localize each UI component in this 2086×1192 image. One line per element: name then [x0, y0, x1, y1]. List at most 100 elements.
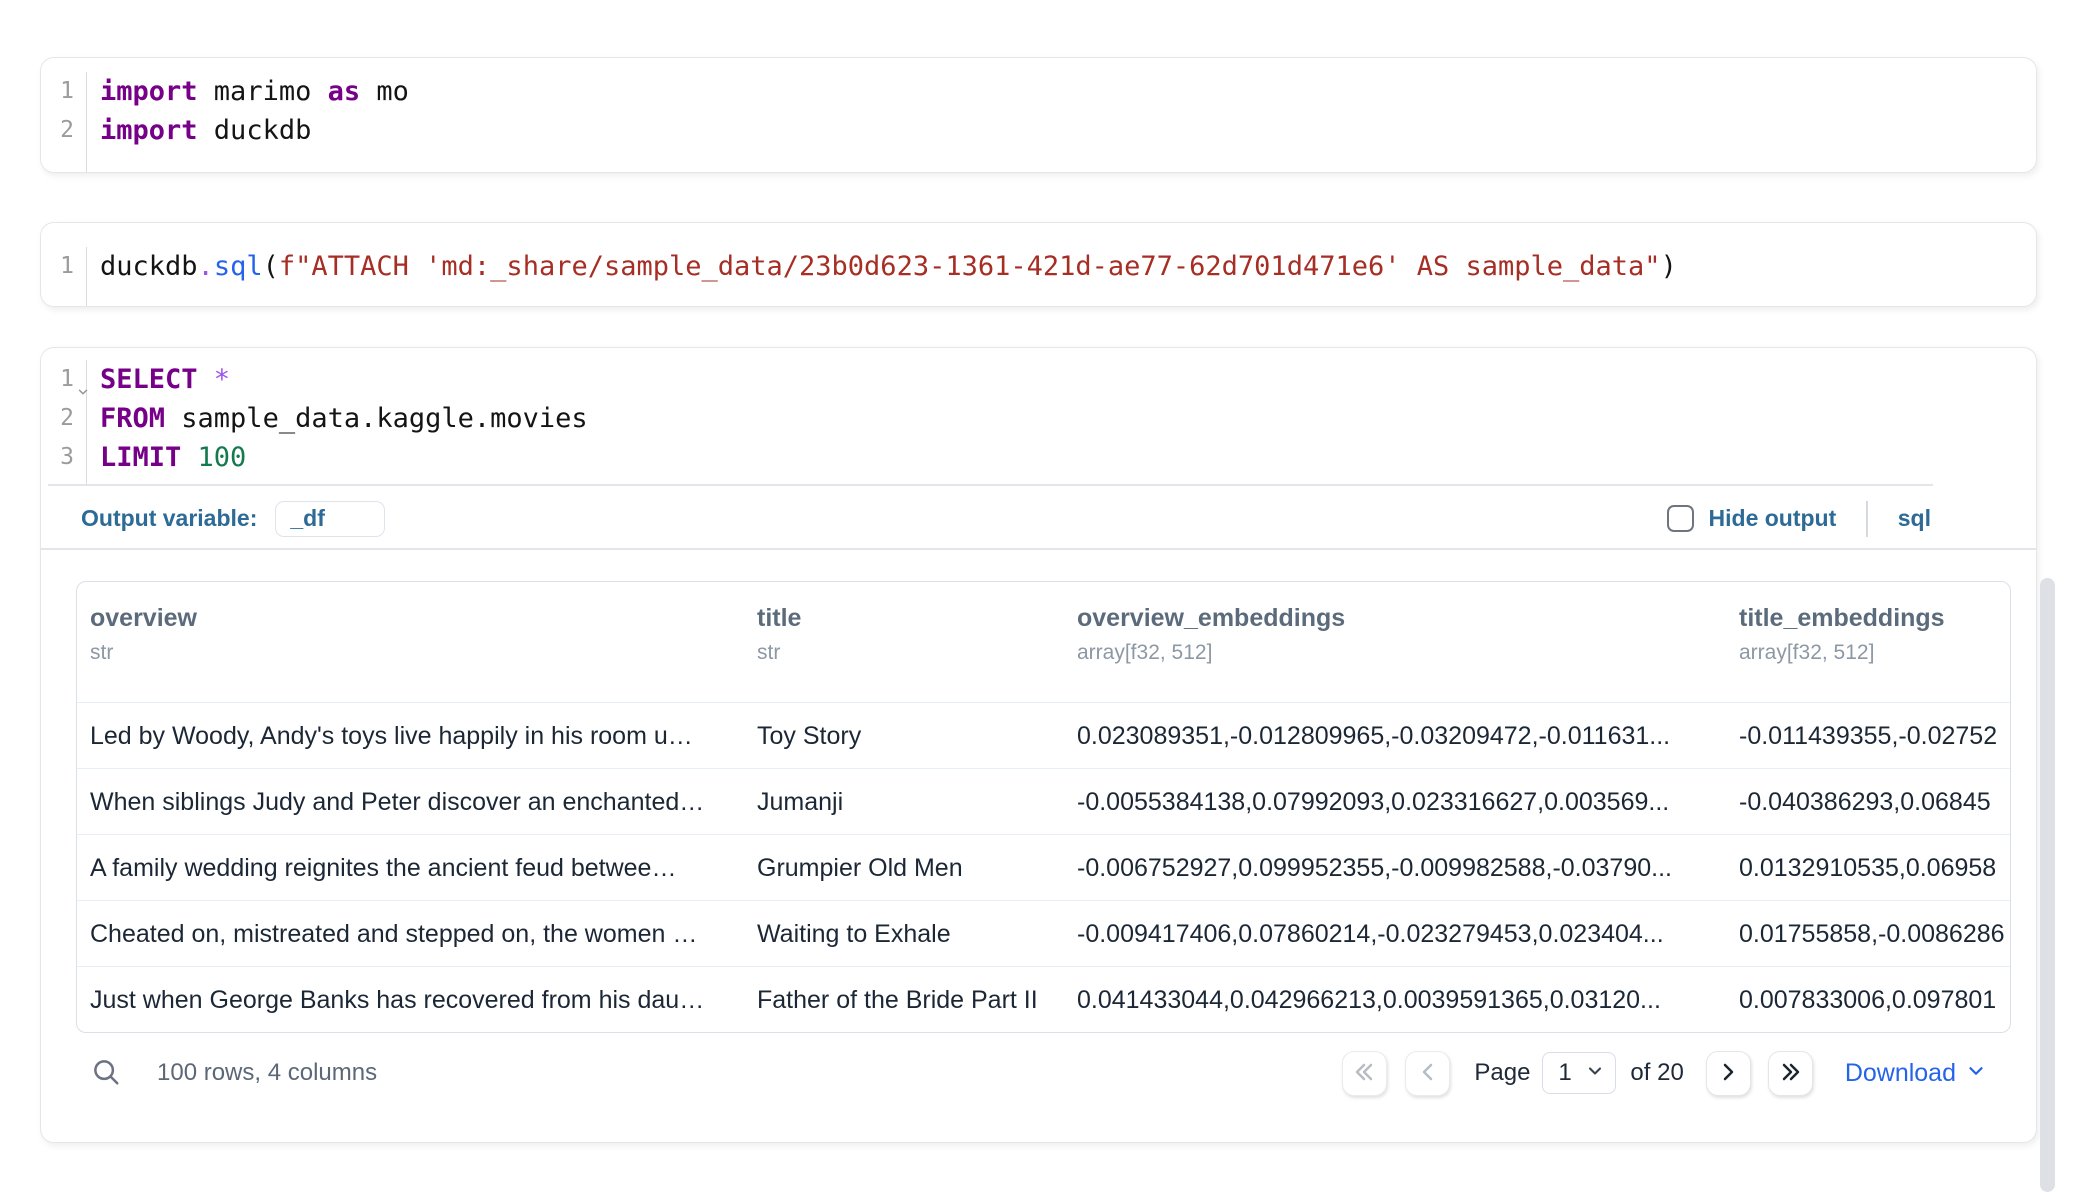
table-row[interactable]: A family wedding reignites the ancient f… — [77, 834, 2010, 900]
table-row[interactable]: Cheated on, mistreated and stepped on, t… — [77, 900, 2010, 966]
keyword-token: LIMIT — [100, 442, 198, 473]
cell-overview: A family wedding reignites the ancient f… — [90, 835, 750, 901]
pagination: Page 1 of 20 Download — [1342, 1051, 1987, 1096]
function-token: sql — [214, 251, 263, 282]
keyword-token: FROM — [100, 403, 165, 434]
line-number-gutter: 1 — [41, 247, 87, 306]
page-scrollbar-thumb[interactable] — [2040, 578, 2055, 1192]
code-content: duckdb.sql(f"ATTACH 'md:_share/sample_da… — [87, 247, 1677, 306]
code-token: sample_data.kaggle.movies — [165, 403, 588, 434]
operator-token: . — [198, 251, 214, 282]
download-button[interactable]: Download — [1845, 1057, 1987, 1089]
code-token: mo — [360, 76, 409, 107]
keyword-token: import — [100, 115, 198, 146]
cell-title-embeddings: 0.01755858,-0.0086286 — [1739, 901, 2010, 967]
cell-title: Grumpier Old Men — [757, 835, 1067, 901]
code-token: ) — [1661, 251, 1677, 282]
code-token: duckdb — [100, 251, 198, 282]
chevrons-left-icon — [1353, 1060, 1377, 1087]
cell-title-embeddings: -0.040386293,0.06845 — [1739, 769, 2010, 835]
column-header-title-embeddings[interactable]: title_embeddings array[f32, 512] — [1739, 582, 1945, 665]
cell-title: Toy Story — [757, 703, 1067, 769]
cell-toolbar: Output variable: Hide output sql — [41, 489, 2036, 548]
cell-overview-embeddings: 0.041433044,0.042966213,0.0039591365,0.0… — [1077, 967, 1727, 1033]
chevron-down-icon — [1965, 1060, 1987, 1089]
cell-title-embeddings: 0.007833006,0.097801 — [1739, 967, 2010, 1033]
cell-overview-embeddings: -0.009417406,0.07860214,-0.023279453,0.0… — [1077, 901, 1727, 967]
cell-title: Waiting to Exhale — [757, 901, 1067, 967]
output-variable-input[interactable] — [275, 501, 385, 537]
last-page-button[interactable] — [1768, 1051, 1813, 1096]
column-header-overview[interactable]: overview str — [90, 582, 197, 665]
string-token: f"ATTACH 'md:_share/sample_data/23b0d623… — [279, 251, 1661, 282]
line-number: 3 — [41, 438, 74, 477]
code-editor[interactable]: 1 2 import marimo as mo import duckdb — [41, 58, 2036, 172]
cell-overview: Cheated on, mistreated and stepped on, t… — [90, 901, 750, 967]
cell-title-embeddings: 0.0132910535,0.06958 — [1739, 835, 2010, 901]
line-number: 1 — [41, 247, 74, 286]
page-label: Page — [1474, 1059, 1530, 1087]
marimo-notebook: 1 2 import marimo as mo import duckdb 1 … — [0, 0, 2086, 1192]
code-line: FROM sample_data.kaggle.movies — [100, 399, 588, 438]
code-line: import duckdb — [100, 111, 409, 150]
chevron-down-icon — [1585, 1061, 1605, 1086]
cell-title: Jumanji — [757, 769, 1067, 835]
results-table: overview str title str overview_embeddin… — [76, 581, 2011, 1033]
output-divider — [41, 548, 2036, 550]
column-type: str — [90, 641, 197, 665]
cell-overview: Led by Woody, Andy's toys live happily i… — [90, 703, 750, 769]
column-header-overview-embeddings[interactable]: overview_embeddings array[f32, 512] — [1077, 582, 1345, 665]
language-badge: sql — [1898, 505, 1931, 532]
code-cell-imports: 1 2 import marimo as mo import duckdb — [40, 57, 2037, 173]
table-footer: 100 rows, 4 columns Page 1 of 20 — [41, 1040, 2036, 1106]
line-number-gutter: 1 2 3 — [41, 360, 87, 484]
code-cell-attach: 1 duckdb.sql(f"ATTACH 'md:_share/sample_… — [40, 222, 2037, 307]
previous-page-button[interactable] — [1405, 1051, 1450, 1096]
page-number-value: 1 — [1558, 1059, 1585, 1087]
keyword-token: import — [100, 76, 198, 107]
code-line: SELECT * — [100, 360, 588, 399]
code-editor[interactable]: 1 duckdb.sql(f"ATTACH 'md:_share/sample_… — [41, 223, 2036, 306]
editor-divider — [48, 484, 1933, 486]
toolbar-divider — [1866, 501, 1868, 537]
fold-chevron-icon[interactable] — [76, 373, 90, 412]
download-label: Download — [1845, 1059, 1956, 1088]
keyword-token: as — [328, 76, 361, 107]
chevron-right-icon — [1716, 1060, 1740, 1087]
cell-toolbar-right: Hide output sql — [1667, 501, 1931, 537]
code-line: LIMIT 100 — [100, 438, 588, 477]
table-row[interactable]: Led by Woody, Andy's toys live happily i… — [77, 702, 2010, 768]
cell-overview: When siblings Judy and Peter discover an… — [90, 769, 750, 835]
code-content: import marimo as mo import duckdb — [87, 72, 409, 172]
row-count-label: 100 rows, 4 columns — [157, 1059, 377, 1087]
next-page-button[interactable] — [1706, 1051, 1751, 1096]
output-variable-label: Output variable: — [81, 505, 257, 532]
cell-overview-embeddings: -0.006752927,0.099952355,-0.009982588,-0… — [1077, 835, 1727, 901]
cell-overview-embeddings: 0.023089351,-0.012809965,-0.03209472,-0.… — [1077, 703, 1727, 769]
search-button[interactable] — [91, 1057, 121, 1090]
line-number: 1 — [41, 360, 74, 399]
first-page-button[interactable] — [1342, 1051, 1387, 1096]
line-number: 2 — [41, 399, 74, 438]
column-type: array[f32, 512] — [1077, 641, 1345, 665]
page-number-select[interactable]: 1 — [1542, 1052, 1616, 1094]
table-row[interactable]: When siblings Judy and Peter discover an… — [77, 768, 2010, 834]
column-type: str — [757, 641, 801, 665]
operator-token: * — [214, 364, 230, 395]
line-number: 2 — [41, 111, 74, 150]
chevrons-right-icon — [1778, 1060, 1802, 1087]
sql-cell: 1 2 3 SELECT * FROM sample_data.kaggle.m… — [40, 347, 2037, 1143]
table-row[interactable]: Just when George Banks has recovered fro… — [77, 966, 2010, 1032]
cell-overview: Just when George Banks has recovered fro… — [90, 967, 750, 1033]
hide-output-checkbox[interactable] — [1667, 505, 1694, 532]
code-token: ( — [263, 251, 279, 282]
number-token: 100 — [198, 442, 247, 473]
code-editor[interactable]: 1 2 3 SELECT * FROM sample_data.kaggle.m… — [41, 348, 2036, 484]
code-token: marimo — [198, 76, 328, 107]
column-header-title[interactable]: title str — [757, 582, 801, 665]
code-content: SELECT * FROM sample_data.kaggle.movies … — [87, 360, 588, 484]
page-total-label: of 20 — [1630, 1059, 1683, 1087]
column-type: array[f32, 512] — [1739, 641, 1945, 665]
search-icon — [91, 1057, 121, 1090]
cell-title-embeddings: -0.011439355,-0.02752 — [1739, 703, 2010, 769]
